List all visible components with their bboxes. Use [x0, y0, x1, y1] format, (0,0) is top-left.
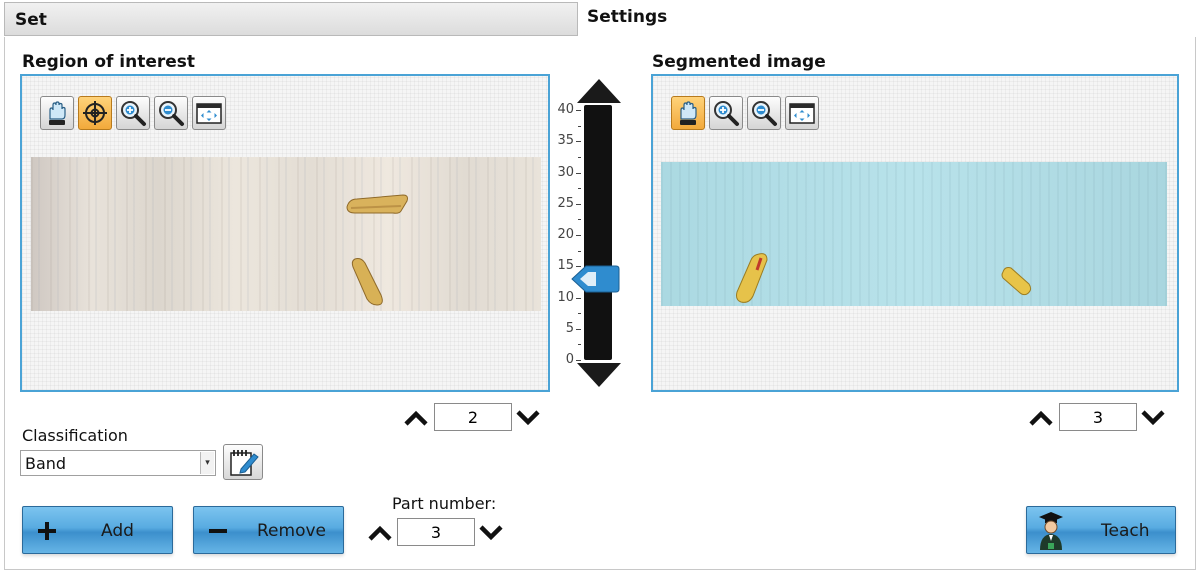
- classification-value: Band: [25, 454, 67, 473]
- remove-button-label: Remove: [257, 521, 326, 541]
- seg-fit-button[interactable]: [785, 96, 819, 130]
- roi-pan-button[interactable]: [40, 96, 74, 130]
- slider-minor-tick: [578, 125, 581, 127]
- tab-set-label: Set: [15, 10, 47, 30]
- slider-tick-mark: [576, 235, 581, 236]
- slider-minor-tick: [578, 344, 581, 346]
- roi-target-button[interactable]: [78, 96, 112, 130]
- seg-zoom-out-button[interactable]: [747, 96, 781, 130]
- part-number-input[interactable]: [397, 518, 475, 546]
- roi-zoom-out-button[interactable]: [154, 96, 188, 130]
- slider-down-icon[interactable]: [576, 362, 622, 388]
- plus-icon: [38, 522, 56, 540]
- slider-minor-tick: [578, 219, 581, 221]
- edit-classification-button[interactable]: [223, 444, 263, 480]
- dropdown-arrow-icon[interactable]: ▾: [200, 452, 214, 474]
- tab-bar: Set Settings: [0, 0, 1202, 38]
- teacher-icon: [1039, 512, 1063, 550]
- slider-minor-tick: [578, 250, 581, 252]
- roi-stepper: [404, 403, 544, 433]
- slider-tick-mark: [576, 203, 581, 205]
- slider-tick-mark: [576, 297, 581, 299]
- roi-title: Region of interest: [22, 52, 196, 72]
- fit-view-icon: [788, 99, 816, 127]
- zoom-out-icon: [157, 99, 185, 127]
- slider-minor-tick: [578, 188, 581, 190]
- slider-tick-mark: [576, 328, 581, 330]
- slider-tick-label: 5: [565, 320, 574, 336]
- zoom-out-icon: [750, 99, 778, 127]
- chevron-down-icon[interactable]: [516, 409, 540, 427]
- teach-button-label: Teach: [1101, 521, 1150, 541]
- minus-icon: [209, 529, 227, 533]
- classification-label: Classification: [22, 426, 128, 445]
- slider-tick-label: 20: [557, 227, 574, 242]
- slider-tick-mark: [576, 110, 581, 111]
- add-button-label: Add: [101, 521, 134, 541]
- slider-minor-tick: [578, 313, 581, 315]
- segmented-image[interactable]: [661, 162, 1167, 306]
- slider-tick-mark: [576, 360, 581, 361]
- pan-hand-icon: [43, 99, 71, 127]
- part-number-label: Part number:: [392, 494, 497, 513]
- seg-zoom-in-button[interactable]: [709, 96, 743, 130]
- roi-image[interactable]: [31, 157, 541, 311]
- threshold-slider[interactable]: 40 35 30 25 20 15 10 5 0: [548, 78, 624, 390]
- remove-button[interactable]: Remove: [193, 506, 344, 554]
- pasta-piece: [351, 258, 383, 306]
- slider-tick-label: 40: [557, 102, 574, 117]
- slider-minor-tick: [578, 156, 581, 158]
- chevron-down-icon[interactable]: [479, 524, 503, 542]
- roi-fit-button[interactable]: [192, 96, 226, 130]
- chevron-up-icon[interactable]: [404, 409, 428, 427]
- zoom-in-icon: [712, 99, 740, 127]
- slider-tick-label: 0: [565, 352, 574, 367]
- teach-button[interactable]: Teach: [1026, 506, 1176, 554]
- slider-tick-mark: [576, 141, 581, 143]
- classification-select[interactable]: Band ▾: [20, 450, 216, 476]
- slider-tick-label: 30: [557, 164, 574, 180]
- chevron-up-icon[interactable]: [1029, 409, 1053, 427]
- tab-settings-label: Settings: [587, 7, 668, 27]
- roi-stepper-input[interactable]: [434, 403, 512, 431]
- pan-hand-icon: [674, 99, 702, 127]
- seg-pan-button[interactable]: [671, 96, 705, 130]
- chevron-down-icon[interactable]: [1141, 409, 1165, 427]
- slider-tick-label: 25: [557, 195, 574, 211]
- roi-zoom-in-button[interactable]: [116, 96, 150, 130]
- edit-notepad-icon: [230, 450, 259, 476]
- slider-up-icon[interactable]: [576, 78, 622, 104]
- slider-tick-mark: [576, 172, 581, 174]
- roi-viewer[interactable]: [20, 74, 550, 392]
- segmented-title: Segmented image: [652, 52, 826, 72]
- pasta-piece: [346, 194, 408, 214]
- slider-tick-label: 35: [557, 133, 574, 149]
- part-number-stepper: [368, 518, 508, 548]
- tab-set[interactable]: Set: [4, 2, 578, 36]
- fit-view-icon: [195, 99, 223, 127]
- target-icon: [81, 99, 109, 127]
- segmented-stepper-input[interactable]: [1059, 403, 1137, 431]
- pasta-piece: [1001, 267, 1032, 296]
- slider-thumb[interactable]: [570, 264, 620, 294]
- tab-settings[interactable]: Settings: [587, 7, 667, 27]
- segmented-viewer[interactable]: [651, 74, 1179, 392]
- pasta-piece: [736, 253, 768, 303]
- slider-track[interactable]: [584, 105, 612, 360]
- add-button[interactable]: Add: [22, 506, 173, 554]
- chevron-up-icon[interactable]: [368, 524, 392, 542]
- segmented-stepper: [1029, 403, 1169, 433]
- zoom-in-icon: [119, 99, 147, 127]
